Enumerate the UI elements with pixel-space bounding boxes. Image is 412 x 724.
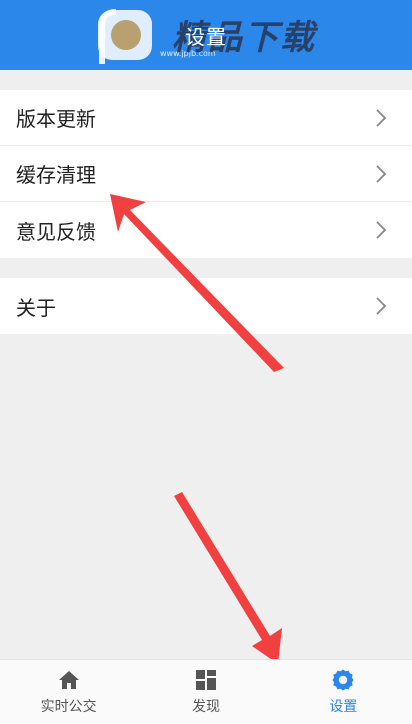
tab-label: 发现 [191,699,220,715]
settings-item-label: 意见反馈 [16,219,96,244]
gear-icon [332,669,354,691]
tab-settings[interactable]: 设置 [275,660,412,724]
tab-label: 设置 [329,699,358,715]
chevron-right-icon [376,164,387,183]
settings-item-label: 版本更新 [16,107,96,131]
settings-group-about: 关于 [0,278,412,334]
tab-label: 实时公交 [40,699,97,715]
chevron-right-icon [376,108,387,127]
settings-group-main: 版本更新 缓存清理 意见反馈 [0,90,412,258]
settings-item-about[interactable]: 关于 [0,278,412,334]
chevron-right-icon [376,221,387,239]
chevron-right-icon [376,297,387,315]
app-header: 设置 精品下载 www.jpjb.com [0,0,412,70]
settings-item-label: 缓存清理 [16,163,96,187]
watermark-logo-icon [98,9,152,64]
arrow-to-settings-tab [174,492,282,664]
settings-item-label: 关于 [16,295,56,320]
settings-item-clear-cache[interactable]: 缓存清理 [0,146,412,202]
grid-icon [195,670,216,690]
tab-realtime-bus[interactable]: 实时公交 [0,660,137,724]
page-title: 设置 [185,24,227,49]
tab-discover[interactable]: 发现 [137,660,274,724]
bottom-tab-bar: 实时公交 发现 设置 [0,659,412,724]
settings-item-version-update[interactable]: 版本更新 [0,90,412,146]
settings-item-feedback[interactable]: 意见反馈 [0,202,412,258]
home-icon [58,671,79,689]
